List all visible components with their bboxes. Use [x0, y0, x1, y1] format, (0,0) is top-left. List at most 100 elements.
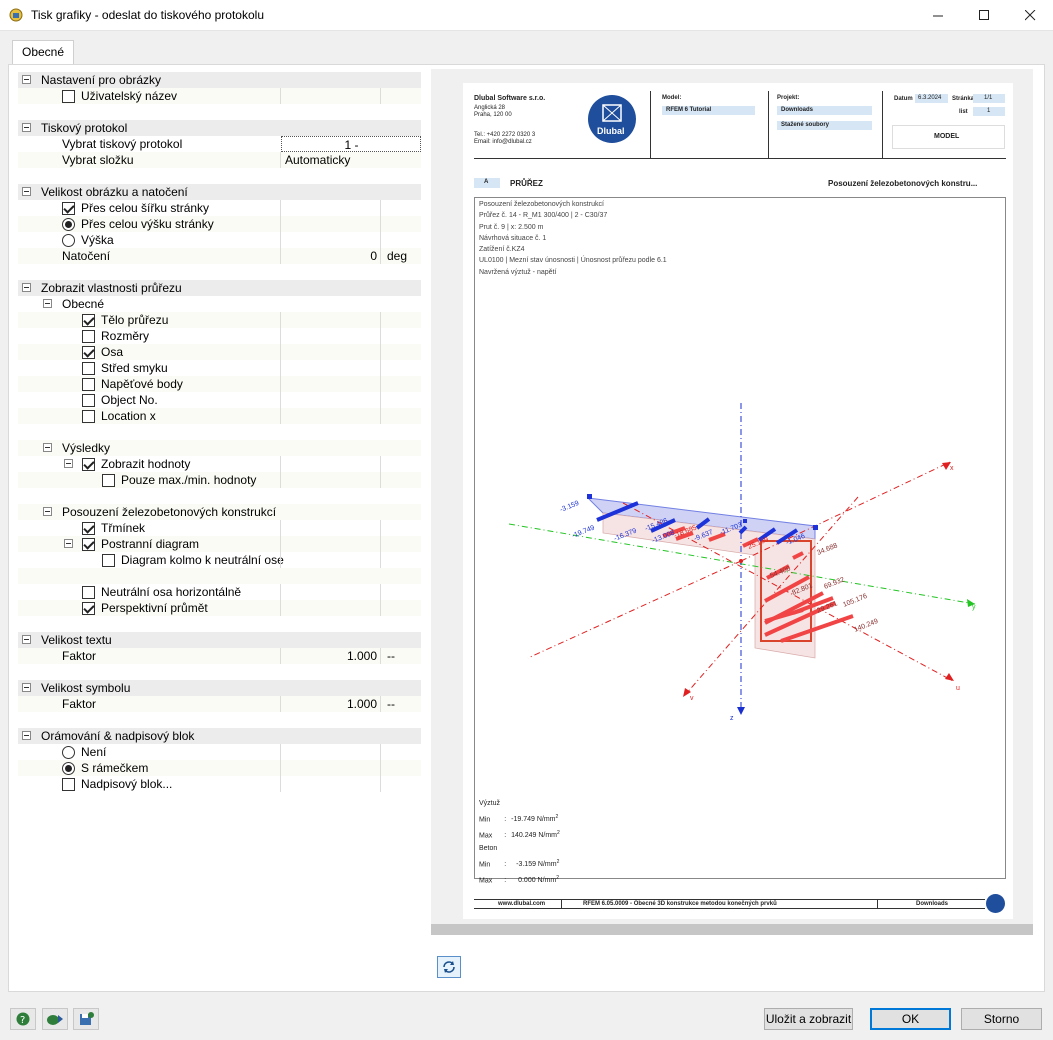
footer-program: RFEM 6.05.0009 - Obecné 3D konstrukce me… [583, 901, 777, 907]
collapse-icon[interactable] [22, 187, 31, 196]
ok-button[interactable]: OK [870, 1008, 951, 1030]
show-values-checkbox[interactable] [82, 458, 95, 471]
full-width-checkbox[interactable] [62, 202, 75, 215]
diagram-perp-label: Diagram kolmo k neutrální ose [121, 553, 284, 567]
footer-site: www.dlubal.com [498, 901, 546, 907]
shear-center-label: Střed smyku [101, 361, 168, 375]
cancel-button[interactable]: Storno [961, 1008, 1042, 1030]
folder-select[interactable]: Automaticky [280, 152, 421, 168]
section-frame-titleblock[interactable]: Orámování & nadpisový blok [18, 728, 421, 744]
object-no-checkbox[interactable] [82, 394, 95, 407]
save-and-show-button[interactable]: Uložit a zobrazit [764, 1008, 853, 1030]
symbol-factor-input[interactable]: 1.000 [280, 696, 380, 712]
body-checkbox[interactable] [82, 314, 95, 327]
section-title: Nastavení pro obrázky [41, 73, 162, 87]
row-neutral-horizontal: Neutrální osa horizontálně [18, 584, 421, 600]
axis-label-x: x [950, 465, 954, 472]
shear-center-checkbox[interactable] [82, 362, 95, 375]
only-minmax-label: Pouze max./min. hodnoty [121, 473, 257, 487]
help-button[interactable]: ? [10, 1008, 36, 1030]
results-group-label: Výsledky [62, 441, 111, 455]
value-label: 140.249 [853, 618, 879, 634]
side-diagram-checkbox[interactable] [82, 538, 95, 551]
collapse-icon[interactable] [43, 299, 52, 308]
diagram-perp-checkbox[interactable] [102, 554, 115, 567]
row-side-diagram: Postranní diagram [18, 536, 421, 552]
symbol-factor-unit: -- [380, 696, 421, 712]
select-protocol-label: Vybrat tiskový protokol [62, 137, 183, 151]
protocol-select[interactable]: 1 - [281, 136, 421, 152]
row-axis: Osa [18, 344, 421, 360]
side-diagram-label: Postranní diagram [101, 537, 200, 551]
tab-general[interactable]: Obecné [12, 40, 75, 65]
row-stress-points: Napěťové body [18, 376, 421, 392]
height-radio[interactable] [62, 234, 75, 247]
section-section-properties[interactable]: Zobrazit vlastnosti průřezu [18, 280, 421, 296]
row-rc-design-group: Posouzení železobetonových konstrukcí [18, 504, 421, 520]
perspective-checkbox[interactable] [82, 602, 95, 615]
row-title-block: Nadpisový blok... [18, 776, 421, 792]
collapse-icon[interactable] [64, 539, 73, 548]
refresh-button[interactable] [437, 956, 461, 978]
rc-design-label: Posouzení železobetonových konstrukcí [62, 505, 277, 519]
stirrup-checkbox[interactable] [82, 522, 95, 535]
body-label: Tělo průřezu [101, 313, 169, 327]
collapse-icon[interactable] [22, 283, 31, 292]
collapse-icon[interactable] [22, 123, 31, 132]
row-show-values: Zobrazit hodnoty [18, 456, 421, 472]
stress-points-checkbox[interactable] [82, 378, 95, 391]
collapse-icon[interactable] [64, 459, 73, 468]
section-print-protocol[interactable]: Tiskový protokol [18, 120, 421, 136]
dims-checkbox[interactable] [82, 330, 95, 343]
row-diagram-perp: Diagram kolmo k neutrální ose [18, 552, 421, 568]
svg-text:?: ? [20, 1015, 25, 1026]
full-height-radio[interactable] [62, 218, 75, 231]
axis-checkbox[interactable] [82, 346, 95, 359]
neutral-horizontal-label: Neutrální osa horizontálně [101, 585, 242, 599]
full-width-label: Přes celou šířku stránky [81, 201, 210, 215]
axis-label-z: z [730, 715, 734, 722]
text-factor-label: Faktor [62, 649, 97, 663]
only-minmax-checkbox[interactable] [102, 474, 115, 487]
preview-page: Dlubal Software s.r.o. Anglická 28 Praha… [463, 83, 1013, 919]
axis-label-u: u [956, 685, 960, 692]
title-bar: Tisk grafiky - odeslat do tiskového prot… [0, 0, 1053, 31]
close-button[interactable] [1007, 0, 1053, 31]
row-location-x: Location x [18, 408, 421, 424]
section-image-size[interactable]: Velikost obrázku a natočení [18, 184, 421, 200]
footer-downloads: Downloads [916, 901, 949, 907]
minimize-button[interactable] [915, 0, 961, 31]
collapse-icon[interactable] [22, 75, 31, 84]
title-block-label: Nadpisový blok... [81, 777, 173, 791]
row-text-factor: Faktor 1.000 -- [18, 648, 421, 664]
section-text-size[interactable]: Velikost textu [18, 632, 421, 648]
section-title: Orámování & nadpisový blok [41, 729, 195, 743]
legend-concrete-title: Beton [479, 845, 498, 853]
frame-radio[interactable] [62, 762, 75, 775]
settings-save-button[interactable] [73, 1008, 99, 1030]
row-frame: S rámečkem [18, 760, 421, 776]
collapse-icon[interactable] [22, 635, 31, 644]
section-symbol-size[interactable]: Velikost symbolu [18, 680, 421, 696]
text-factor-input[interactable]: 1.000 [280, 648, 380, 664]
rotation-input[interactable]: 0 [280, 248, 380, 264]
collapse-icon[interactable] [43, 507, 52, 516]
row-full-width: Přes celou šířku stránky [18, 200, 421, 216]
neutral-horizontal-checkbox[interactable] [82, 586, 95, 599]
collapse-icon[interactable] [22, 731, 31, 740]
rotation-label: Natočení [62, 249, 111, 263]
minimize-icon [932, 15, 943, 17]
horizontal-scrollbar[interactable] [431, 924, 1033, 935]
perspective-label: Perspektivní průmět [101, 601, 208, 615]
properties-panel: Nastavení pro obrázky Uživatelský název … [18, 69, 421, 981]
section-image-settings[interactable]: Nastavení pro obrázky [18, 72, 421, 88]
none-radio[interactable] [62, 746, 75, 759]
user-name-checkbox[interactable] [62, 90, 75, 103]
export-button[interactable] [42, 1008, 68, 1030]
footer-logo-icon [986, 894, 1005, 913]
title-block-checkbox[interactable] [62, 778, 75, 791]
collapse-icon[interactable] [43, 443, 52, 452]
maximize-button[interactable] [961, 0, 1007, 31]
location-x-checkbox[interactable] [82, 410, 95, 423]
collapse-icon[interactable] [22, 683, 31, 692]
